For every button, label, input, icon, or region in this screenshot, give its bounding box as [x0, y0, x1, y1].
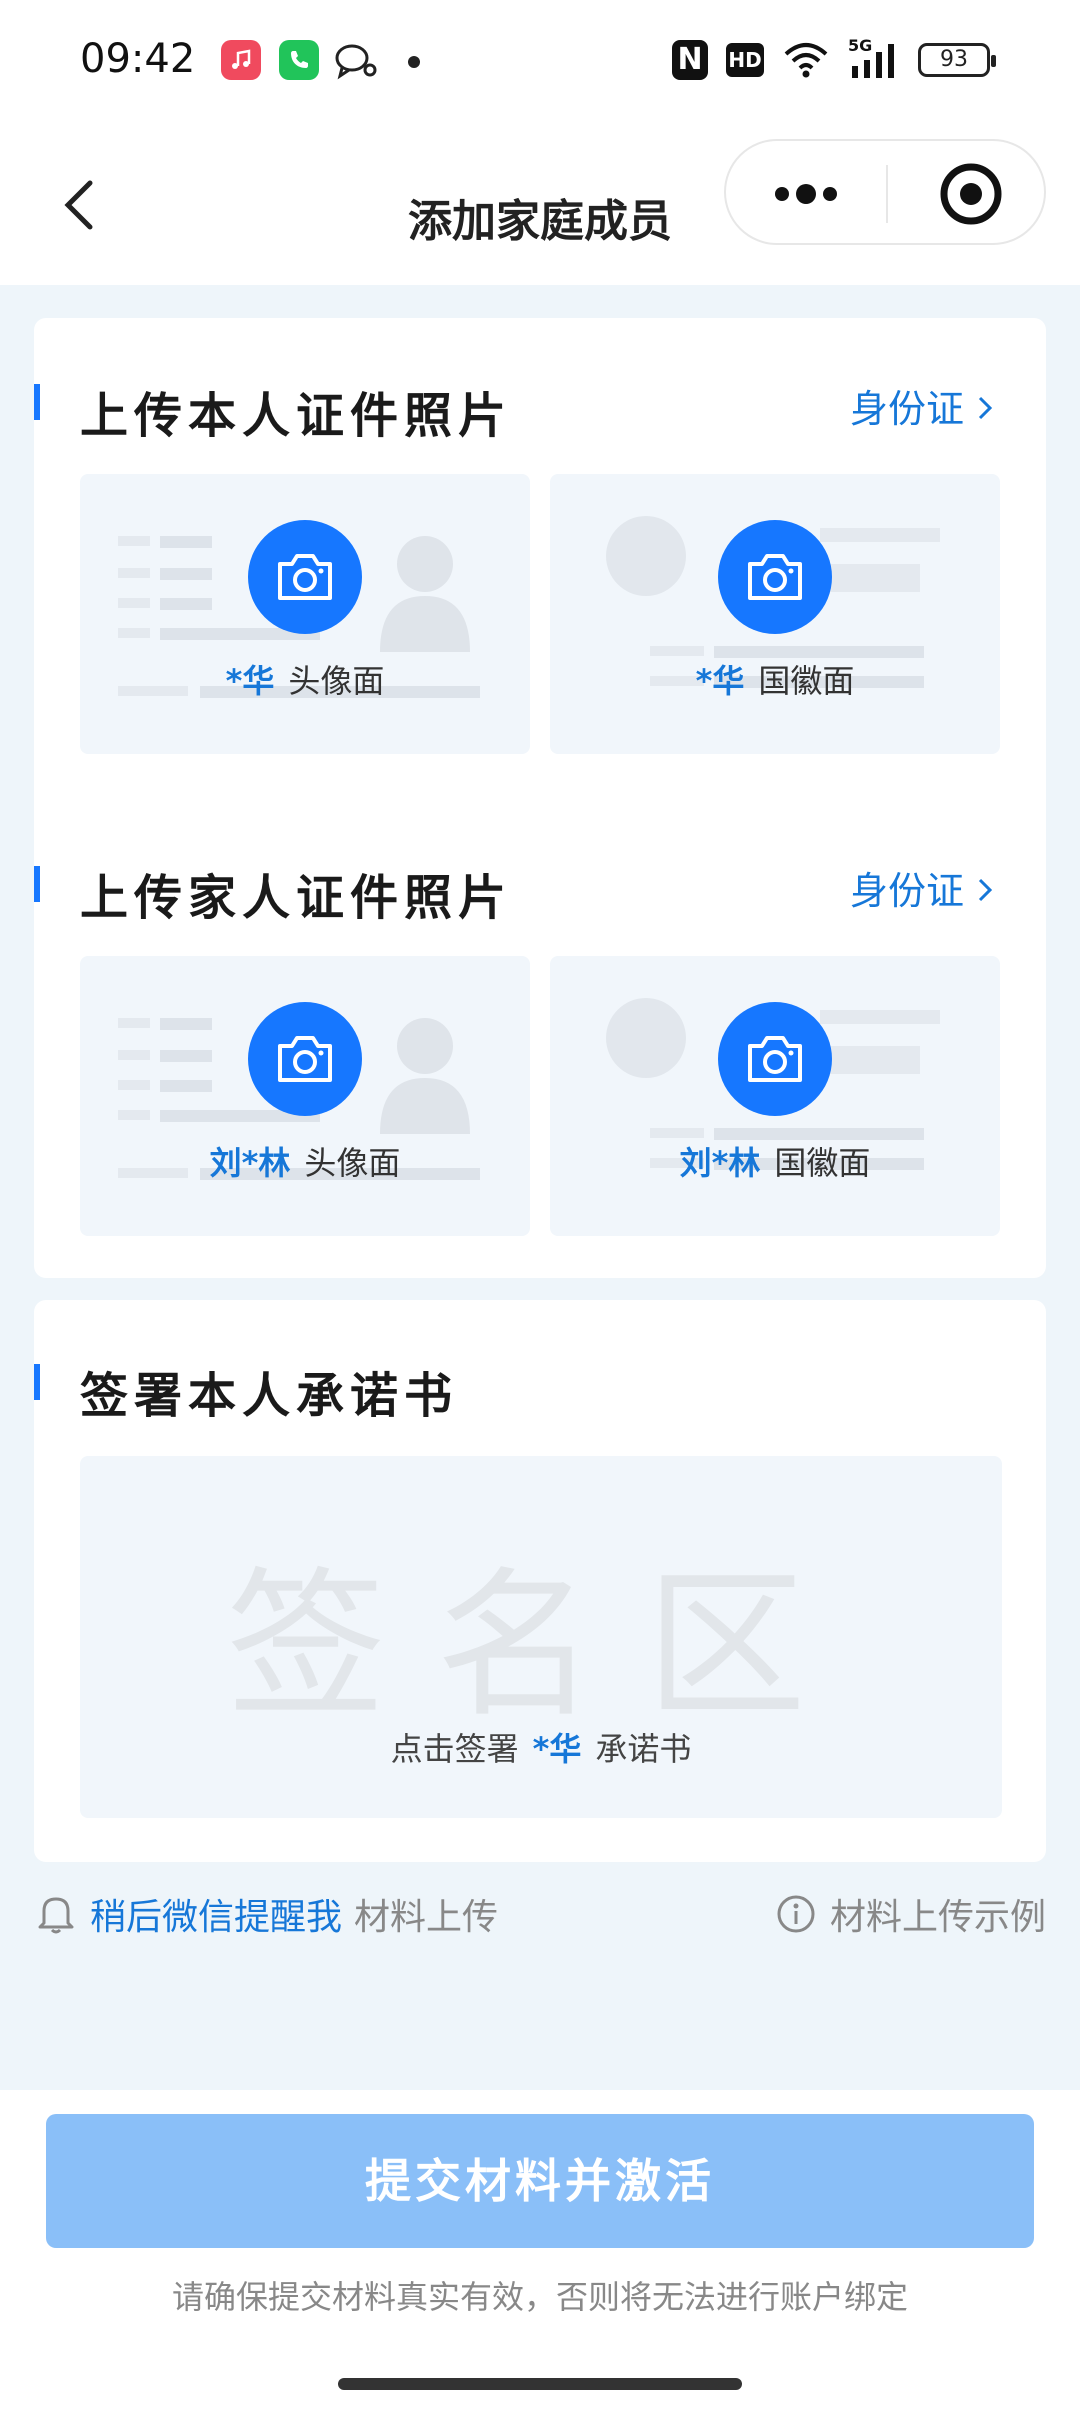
self-upload-title: 上传本人证件照片 [80, 388, 513, 444]
camera-icon [278, 1036, 332, 1082]
bell-icon [38, 1897, 74, 1934]
self-doc-type-selector[interactable]: 身份证 [850, 378, 994, 433]
sign-suffix: 承诺书 [595, 1730, 692, 1768]
mini-program-capsule [724, 139, 1046, 245]
signature-caption: 点击签署 *华 承诺书 [80, 1724, 1002, 1770]
side-label: 头像面 [288, 662, 385, 700]
upload-caption: *华 头像面 [80, 656, 530, 702]
music-app-icon [221, 40, 261, 80]
home-indicator[interactable] [338, 2378, 742, 2390]
self-id-front-upload[interactable]: *华 头像面 [80, 474, 530, 754]
signature-watermark: 签名区 [225, 1552, 856, 1739]
upload-caption: 刘*林 头像面 [80, 1138, 530, 1184]
self-upload-header: 上传本人证件照片 身份证 [34, 366, 1046, 444]
family-doc-type-label: 身份证 [849, 869, 964, 913]
section-accent-bar [34, 384, 40, 420]
self-id-back-upload[interactable]: *华 国徽面 [550, 474, 1000, 754]
info-icon [777, 1895, 815, 1933]
camera-icon [748, 1036, 802, 1082]
chevron-right-icon [976, 869, 994, 913]
holder-name: *华 [695, 662, 745, 700]
footer-note: 请确保提交材料真实有效，否则将无法进行账户绑定 [171, 2278, 908, 2316]
side-label: 头像面 [304, 1144, 401, 1182]
close-mini-program-button[interactable] [896, 141, 1046, 247]
phone-app-icon [279, 40, 319, 80]
upload-example-label: 材料上传示例 [829, 1897, 1046, 1938]
camera-icon [278, 554, 332, 600]
chat-app-icon [335, 44, 377, 80]
holder-name: 刘*林 [679, 1144, 761, 1182]
holder-name: 刘*林 [209, 1144, 291, 1182]
upload-card: 上传本人证件照片 身份证 *华 头像面 *华 国徽面 上传家人证件照片 身份证 … [34, 318, 1046, 1278]
notification-dot [408, 56, 420, 68]
holder-name: *华 [225, 662, 275, 700]
signer-name: *华 [532, 1730, 582, 1768]
footer: 提交材料并激活 请确保提交材料真实有效，否则将无法进行账户绑定 [0, 2090, 1080, 2412]
status-time: 09:42 [80, 36, 196, 82]
section-accent-bar [34, 1364, 40, 1400]
nav-bar: 添加家庭成员 [0, 125, 1080, 285]
camera-icon [748, 554, 802, 600]
self-doc-type-label: 身份证 [849, 387, 964, 431]
capsule-divider [886, 165, 888, 223]
family-id-back-upload[interactable]: 刘*林 国徽面 [550, 956, 1000, 1236]
chevron-right-icon [976, 387, 994, 431]
family-upload-title: 上传家人证件照片 [80, 870, 513, 926]
battery-level: 93 [940, 47, 968, 72]
sign-card: 签署本人承诺书 签名区 点击签署 *华 承诺书 [34, 1300, 1046, 1862]
camera-button[interactable] [718, 1002, 832, 1116]
status-bar: 09:42 N HD 5G 93 [0, 0, 1080, 125]
section-accent-bar [34, 866, 40, 902]
upload-example-link[interactable]: 材料上传示例 [776, 1888, 1046, 1940]
more-button[interactable] [726, 141, 886, 247]
sign-title: 签署本人承诺书 [80, 1368, 459, 1424]
family-id-front-upload[interactable]: 刘*林 头像面 [80, 956, 530, 1236]
sign-header: 签署本人承诺书 [34, 1346, 1046, 1424]
reminder-row: 稍后微信提醒我 材料上传 [36, 1888, 498, 1940]
camera-button[interactable] [718, 520, 832, 634]
more-dots-icon [775, 184, 837, 204]
upload-caption: 刘*林 国徽面 [550, 1138, 1000, 1184]
side-label: 国徽面 [774, 1144, 871, 1182]
wifi-icon [784, 43, 828, 78]
page: 09:42 N HD 5G 93 添加家庭成员 上传本人证件照片 身份证 *华 … [0, 0, 1080, 2412]
side-label: 国徽面 [758, 662, 855, 700]
signature-area[interactable]: 签名区 点击签署 *华 承诺书 [80, 1456, 1002, 1818]
submit-activate-button[interactable]: 提交材料并激活 [46, 2114, 1034, 2248]
camera-button[interactable] [248, 520, 362, 634]
reminder-text: 材料上传 [354, 1897, 499, 1938]
target-icon [940, 163, 1002, 225]
sign-prefix: 点击签署 [390, 1730, 519, 1768]
status-indicators: N HD 5G 93 [672, 36, 996, 80]
family-doc-type-selector[interactable]: 身份证 [850, 860, 994, 915]
family-upload-header: 上传家人证件照片 身份证 [34, 848, 1046, 926]
camera-button[interactable] [248, 1002, 362, 1116]
battery-icon: 93 [918, 43, 996, 77]
hd-icon: HD [726, 43, 764, 77]
upload-caption: *华 国徽面 [550, 656, 1000, 702]
nfc-icon: N [672, 40, 708, 80]
remind-later-link[interactable]: 稍后微信提醒我 [90, 1888, 342, 1940]
signal-icon: 5G [848, 36, 900, 80]
